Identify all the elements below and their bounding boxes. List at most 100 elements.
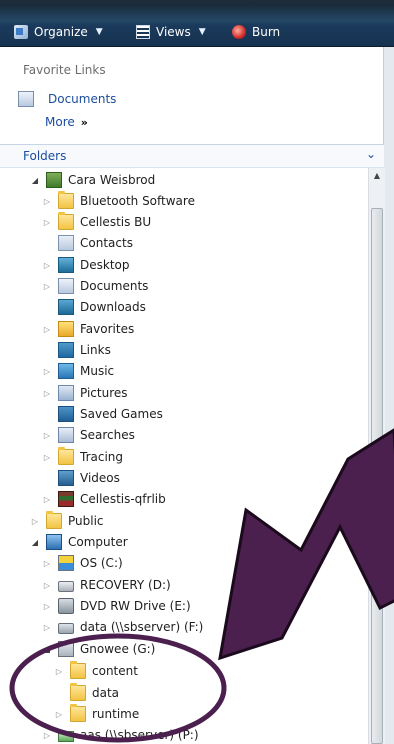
more-link[interactable]: More » [45,115,88,129]
collapsed-arrow-icon[interactable]: ▷ [42,495,52,504]
collapsed-arrow-icon[interactable]: ▷ [42,453,52,462]
saved-games-icon [58,406,74,422]
collapsed-arrow-icon[interactable]: ▷ [54,667,64,676]
tree-item-label: content [92,664,138,678]
tree-item-label: runtime [92,707,140,721]
tree-item-computer[interactable]: ◢ Computer [30,532,128,552]
tree-item[interactable]: ▷ Cellestis-qfrlib [42,489,166,509]
collapsed-arrow-icon[interactable]: ▷ [42,218,52,227]
tree-item-drive[interactable]: ▷ DVD RW Drive (E:) [42,596,191,616]
tree-item[interactable]: Videos [58,468,120,488]
organize-label: Organize [34,25,88,39]
hard-drive-icon [58,581,74,592]
tree-item[interactable]: ▷ Favorites [42,319,134,339]
collapsed-arrow-icon[interactable]: ▷ [42,581,52,590]
tree-item[interactable]: ▷ content [54,661,138,681]
tree-item[interactable]: ▷ Music [42,361,114,381]
tree-item-drive[interactable]: ▷ aas (\\sbserver) (P:) [42,725,199,744]
tree-item-label: Videos [80,471,120,485]
collapse-chevron-icon[interactable]: ⌄ [366,147,376,161]
collapsed-arrow-icon[interactable]: ▷ [42,731,52,740]
double-chevron-icon: » [80,116,88,129]
views-icon [136,25,150,39]
tree-item[interactable]: ▷ Desktop [42,255,130,275]
scrollbar-thumb[interactable] [371,208,383,744]
tree-item-label: Searches [80,428,135,442]
tree-item[interactable]: ▷ Cellestis BU [42,212,151,232]
favorite-link-documents[interactable]: Documents [18,90,116,108]
scroll-up-arrow-icon[interactable]: ▲ [369,168,385,184]
tree-item-public[interactable]: ▷ Public [30,511,104,531]
collapsed-arrow-icon[interactable]: ▷ [42,325,52,334]
tree-item-label: Bluetooth Software [80,194,195,208]
user-folder-icon [46,172,62,188]
tree-item[interactable]: ▷ Searches [42,425,135,445]
tree-item[interactable]: ▷ Bluetooth Software [42,191,195,211]
collapsed-arrow-icon[interactable]: ▷ [42,389,52,398]
collapsed-arrow-icon[interactable]: ▷ [42,197,52,206]
tree-item-drive[interactable]: ▷ OS (C:) [42,553,123,573]
tree-item-gnowee[interactable]: ◢ Gnowee (G:) [42,639,155,659]
views-button[interactable]: Views ▼ [136,22,206,42]
pictures-icon [58,385,74,401]
tree-item-drive[interactable]: ▷ data (\\sbserver) (F:) [42,617,203,637]
folder-icon [70,683,86,701]
tree-item-label: Tracing [80,450,124,464]
expanded-arrow-icon[interactable]: ◢ [30,176,40,185]
collapsed-arrow-icon[interactable]: ▷ [42,431,52,440]
collapsed-arrow-icon[interactable]: ▷ [42,282,52,291]
documents-icon [18,91,34,107]
tree-item-label: Pictures [80,386,128,400]
burn-button[interactable]: Burn [232,22,280,42]
expanded-arrow-icon[interactable]: ◢ [30,538,40,547]
tree-item[interactable]: ▷ Documents [42,276,148,296]
collapsed-arrow-icon[interactable]: ▷ [42,602,52,611]
tree-scrollbar[interactable]: ▲ [368,168,385,744]
expanded-arrow-icon[interactable]: ◢ [42,645,52,654]
tree-item-drive[interactable]: ▷ RECOVERY (D:) [42,575,171,595]
tree-item-label: Documents [80,279,149,293]
folder-icon [70,661,86,679]
computer-icon [46,534,62,550]
network-drive-icon [58,641,74,657]
library-books-icon [58,491,74,507]
favorites-star-icon [58,321,74,337]
downloads-icon [58,299,74,315]
collapsed-arrow-icon[interactable]: ▷ [42,559,52,568]
burn-label: Burn [252,25,281,39]
tree-item[interactable]: data [70,683,119,703]
tree-item-label: Cellestis BU [80,215,152,229]
tree-item-label: Contacts [80,236,133,250]
collapsed-arrow-icon[interactable]: ▷ [42,367,52,376]
tree-item[interactable]: Links [58,340,111,360]
command-bar: Organize ▼ Views ▼ Burn [0,0,394,47]
collapsed-arrow-icon[interactable]: ▷ [42,261,52,270]
folder-icon [58,447,74,465]
links-icon [58,342,74,358]
tree-item[interactable]: Saved Games [58,404,163,424]
tree-item[interactable]: ▷ Pictures [42,383,128,403]
search-folder-icon [58,427,74,443]
tree-item-label: DVD RW Drive (E:) [80,599,191,613]
organize-button[interactable]: Organize ▼ [14,22,103,42]
tree-item-label: Gnowee (G:) [80,642,156,656]
folder-tree: ◢ Cara Weisbrod ▷ Bluetooth Software ▷ C… [0,168,370,744]
documents-icon [58,278,74,294]
tree-item-label: Cellestis-qfrlib [80,492,166,506]
collapsed-arrow-icon[interactable]: ▷ [54,710,64,719]
network-drive-icon [58,731,74,742]
desktop-icon [58,257,74,273]
tree-item-user[interactable]: ◢ Cara Weisbrod [30,170,155,190]
folders-header[interactable]: Folders ⌄ [0,144,384,168]
tree-item[interactable]: Contacts [58,233,133,253]
burn-icon [232,25,246,39]
collapsed-arrow-icon[interactable]: ▷ [42,623,52,632]
tree-item-label: Public [68,514,104,528]
favorite-links-title: Favorite Links [23,63,106,77]
tree-item[interactable]: ▷ runtime [54,704,139,724]
collapsed-arrow-icon[interactable]: ▷ [30,517,40,526]
tree-item[interactable]: ▷ Tracing [42,447,123,467]
tree-item-label: data [92,686,120,700]
tree-item[interactable]: Downloads [58,297,146,317]
favorite-link-label: Documents [48,92,117,106]
